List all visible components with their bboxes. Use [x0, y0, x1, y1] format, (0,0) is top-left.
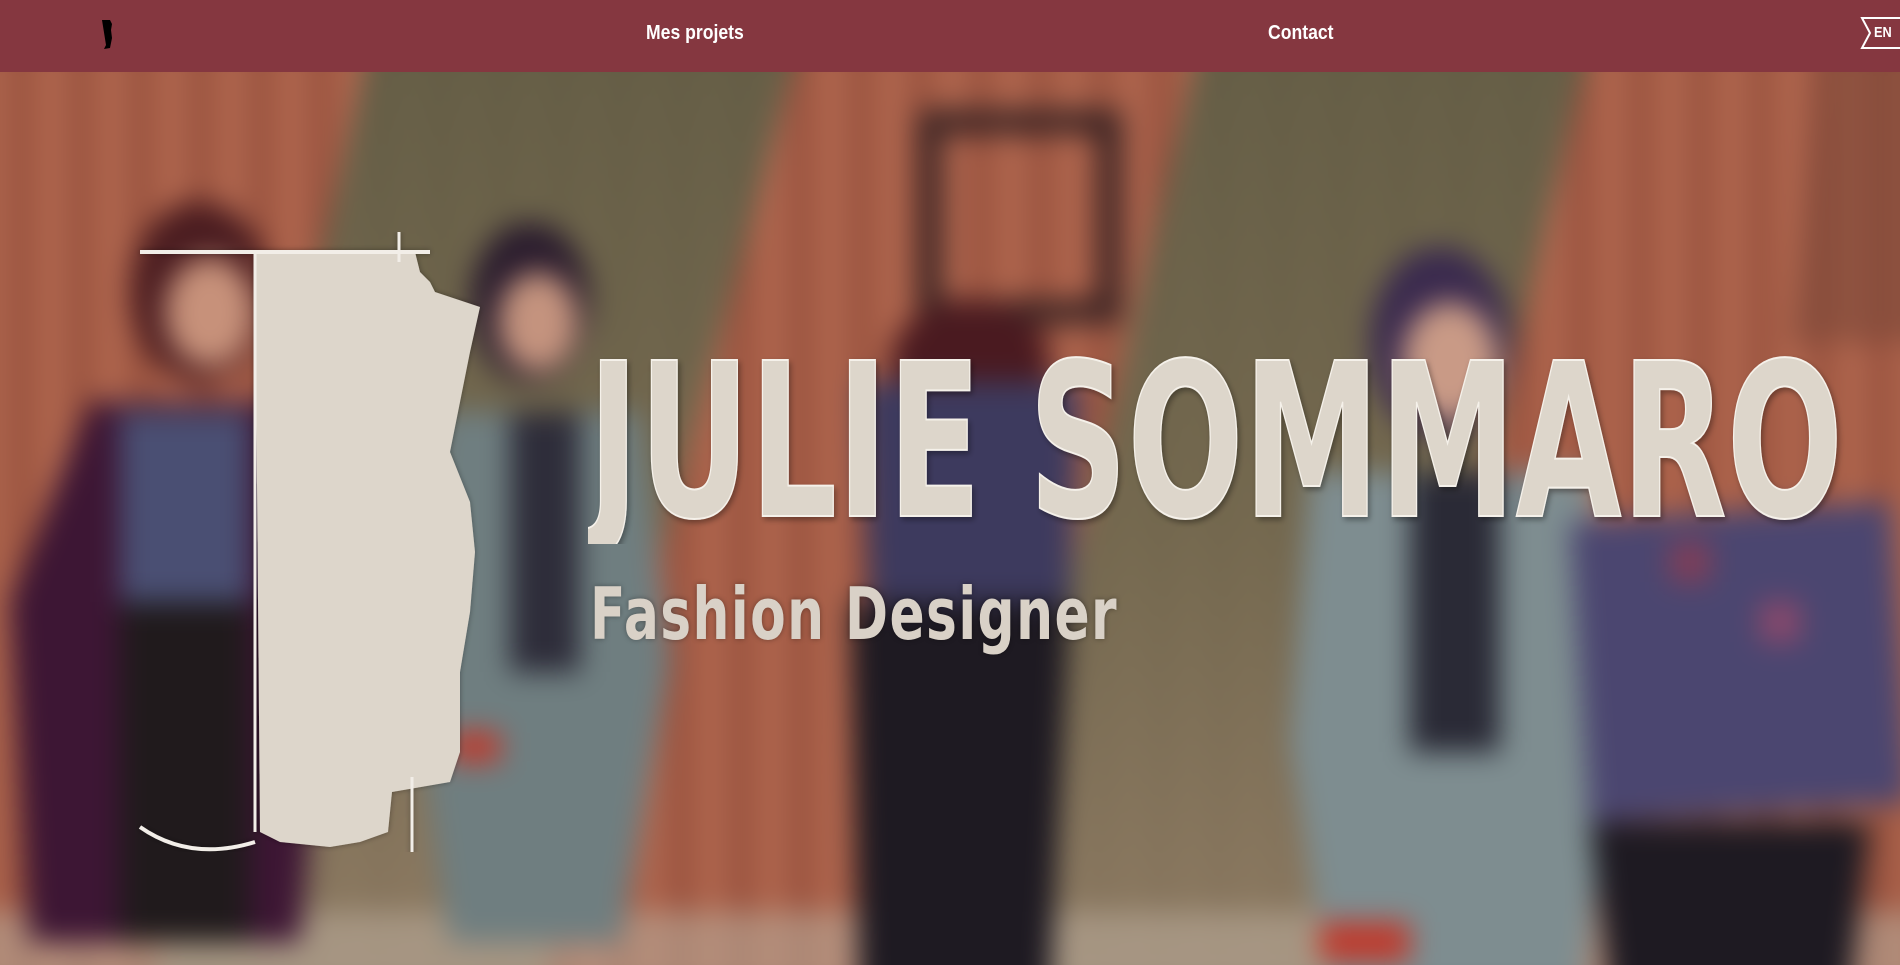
logo-icon[interactable]	[100, 18, 114, 50]
language-switcher[interactable]: EN	[1860, 17, 1900, 49]
nav-link-projects[interactable]: Mes projets	[646, 22, 744, 45]
nav-link-contact[interactable]: Contact	[1268, 22, 1334, 45]
language-label: EN	[1874, 24, 1892, 41]
navbar: Mes projets Contact EN	[0, 0, 1900, 72]
hero-name: JULIE SOMMARO	[588, 344, 1844, 544]
hero-role: Fashion Designer	[590, 572, 1119, 656]
julie-monogram-icon	[138, 232, 480, 852]
hero-name-text: JULIE SOMMARO	[588, 344, 1843, 544]
hero-section: JULIE SOMMARO Fashion Designer	[0, 72, 1900, 965]
